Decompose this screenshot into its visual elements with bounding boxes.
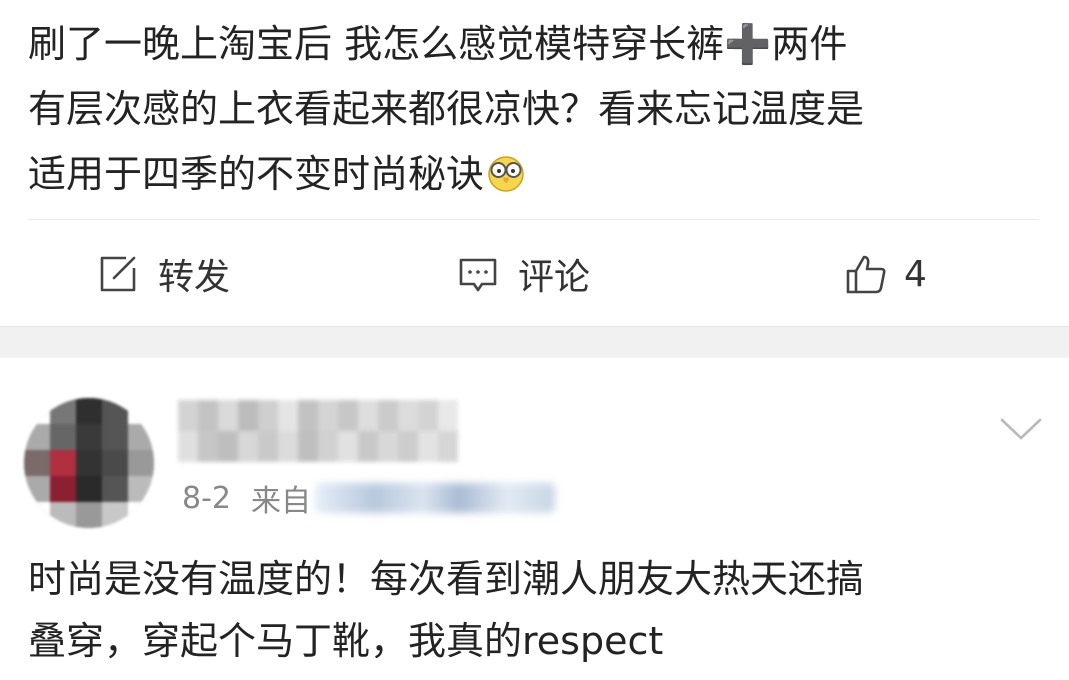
avatar[interactable] [24,398,154,528]
thumbs-up-icon [846,255,886,294]
glasses-face-emoji-icon [488,156,524,192]
repost-label: 转发 [158,257,231,298]
comment-icon [459,258,497,292]
comment-date: 8-2 [182,480,231,516]
post-line-2: 有层次感的上衣看起来都很凉快？看来忘记温度是 [28,87,865,131]
comment-source-blurred[interactable] [315,483,555,513]
post-line-1: 刷了一晚上淘宝后 我怎么感觉模特穿长裤➕两件 [28,22,848,66]
post-text: 刷了一晚上淘宝后 我怎么感觉模特穿长裤➕两件 有层次感的上衣看起来都很凉快？看来… [28,12,1048,207]
username-blurred[interactable] [178,400,458,462]
like-button[interactable]: 4 [844,222,927,326]
plus-icon: ➕ [724,22,772,66]
comment-meta: 8-2 来自 [182,476,555,520]
repost-icon [100,256,136,292]
comment-label: 评论 [518,257,591,298]
comment-text: 时尚是没有温度的！每次看到潮人朋友大热天还搞 叠穿，穿起个马丁靴，我真的resp… [28,548,1038,672]
comment-line-2: 叠穿，穿起个马丁靴，我真的respect [28,619,664,663]
comment-source-prefix: 来自 [251,484,311,519]
chevron-down-icon[interactable] [998,414,1044,444]
repost-button[interactable]: 转发 [96,222,230,326]
like-count: 4 [904,253,927,295]
comment-item: 8-2 来自 时尚是没有温度的！每次看到潮人朋友大热天还搞 叠穿，穿起个马丁靴，… [0,358,1069,680]
action-bar: 转发 评论 4 [0,222,1069,326]
section-separator [0,326,1069,358]
post-line-3: 适用于四季的不变时尚秘诀 [28,152,526,196]
post-divider [28,219,1039,220]
comment-line-1: 时尚是没有温度的！每次看到潮人朋友大热天还搞 [28,557,865,601]
comment-button[interactable]: 评论 [456,222,590,326]
